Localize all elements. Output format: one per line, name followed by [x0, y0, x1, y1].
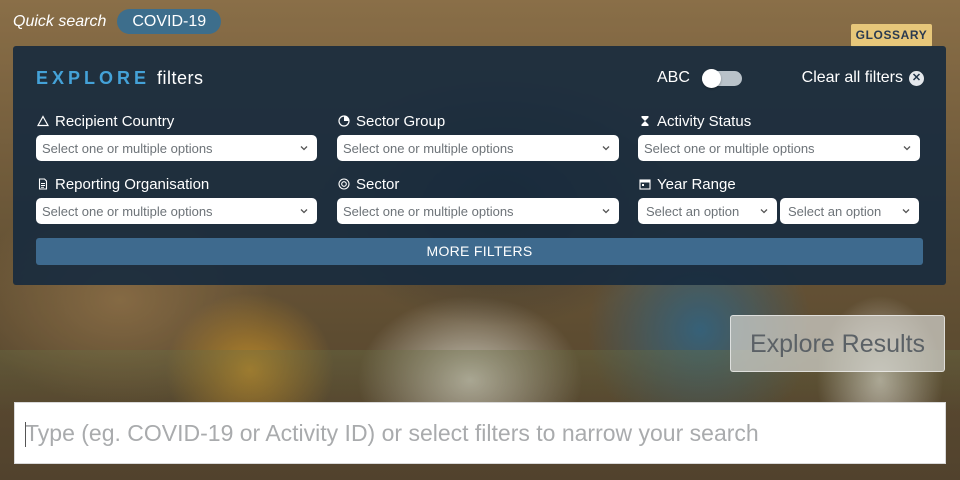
recipient-country-placeholder: Select one or multiple options	[42, 140, 213, 156]
chevron-down-icon	[759, 206, 769, 216]
filter-year-range: Year Range Select an option Select an op…	[638, 175, 920, 224]
search-input[interactable]	[15, 403, 945, 463]
more-filters-button[interactable]: MORE FILTERS	[36, 238, 923, 265]
year-from-placeholder: Select an option	[646, 203, 740, 219]
year-range-selects: Select an option Select an option	[638, 198, 920, 224]
abc-toggle[interactable]	[701, 68, 742, 88]
close-circle-icon: ✕	[909, 70, 924, 86]
pie-icon	[337, 115, 350, 128]
panel-title: EXPLORE filters	[36, 68, 204, 89]
year-to-placeholder: Select an option	[788, 203, 882, 219]
clear-all-filters-button[interactable]: Clear all filters ✕	[802, 69, 924, 87]
recipient-country-label: Recipient Country	[55, 112, 175, 130]
explore-filters-panel: EXPLORE filters ABC Clear all filters ✕ …	[13, 46, 946, 285]
sector-placeholder: Select one or multiple options	[343, 203, 514, 219]
document-icon	[36, 178, 49, 191]
reporting-organisation-select[interactable]: Select one or multiple options	[36, 198, 317, 224]
chevron-down-icon	[901, 206, 911, 216]
triangle-icon	[36, 115, 49, 128]
abc-toggle-group: ABC	[657, 68, 742, 88]
filter-sector-group: Sector Group Select one or multiple opti…	[337, 112, 619, 161]
sector-label: Sector	[356, 175, 400, 193]
filter-recipient-country: Recipient Country Select one or multiple…	[36, 112, 317, 161]
filter-sector: Sector Select one or multiple options	[337, 175, 619, 224]
sector-group-label: Sector Group	[356, 112, 446, 130]
year-to-select[interactable]: Select an option	[780, 198, 919, 224]
sector-group-select[interactable]: Select one or multiple options	[337, 135, 619, 161]
chevron-down-icon	[299, 143, 309, 153]
search-box	[14, 402, 946, 464]
hourglass-icon	[638, 115, 651, 128]
chevron-down-icon	[601, 143, 611, 153]
year-from-select[interactable]: Select an option	[638, 198, 777, 224]
sector-group-placeholder: Select one or multiple options	[343, 140, 514, 156]
toggle-knob	[701, 68, 721, 88]
calendar-icon	[638, 178, 651, 191]
glossary-button[interactable]: GLOSSARY	[851, 24, 932, 47]
clear-all-filters-label: Clear all filters	[801, 69, 903, 86]
recipient-country-select[interactable]: Select one or multiple options	[36, 135, 317, 161]
filter-activity-status: Activity Status Select one or multiple o…	[638, 112, 920, 161]
quick-search-label: Quick search	[13, 12, 107, 30]
activity-status-label: Activity Status	[657, 112, 752, 130]
filter-reporting-organisation: Reporting Organisation Select one or mul…	[36, 175, 317, 224]
activity-status-select[interactable]: Select one or multiple options	[638, 135, 920, 161]
panel-title-strong: EXPLORE	[36, 68, 151, 88]
quick-search: Quick search COVID-19	[13, 9, 222, 34]
abc-label: ABC	[657, 69, 690, 86]
panel-title-rest: filters	[157, 68, 204, 88]
text-caret	[25, 422, 26, 447]
explore-results-button[interactable]: Explore Results	[730, 315, 945, 372]
chevron-down-icon	[601, 206, 611, 216]
chevron-down-icon	[902, 143, 912, 153]
sector-select[interactable]: Select one or multiple options	[337, 198, 619, 224]
reporting-organisation-placeholder: Select one or multiple options	[42, 203, 213, 219]
year-range-label: Year Range	[657, 175, 736, 193]
activity-status-placeholder: Select one or multiple options	[644, 140, 815, 156]
chevron-down-icon	[299, 206, 309, 216]
target-icon	[337, 178, 350, 191]
quick-search-chip-covid[interactable]: COVID-19	[117, 9, 222, 34]
reporting-organisation-label: Reporting Organisation	[55, 175, 210, 193]
